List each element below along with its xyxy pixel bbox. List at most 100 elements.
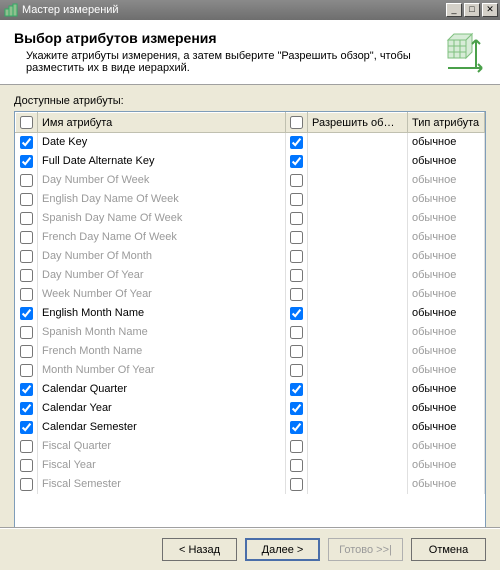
attribute-type-cell[interactable]: обычное bbox=[408, 456, 485, 475]
attribute-type-cell[interactable]: обычное bbox=[408, 152, 485, 171]
row-browse-checkbox[interactable] bbox=[290, 440, 303, 453]
row-browse-checkbox[interactable] bbox=[290, 193, 303, 206]
table-row[interactable]: Day Number Of Year обычное bbox=[16, 266, 485, 285]
row-browse-checkbox[interactable] bbox=[290, 364, 303, 377]
attribute-type-cell[interactable]: обычное bbox=[408, 190, 485, 209]
browse-all-checkbox[interactable] bbox=[290, 116, 303, 129]
row-browse-checkbox[interactable] bbox=[290, 269, 303, 282]
table-row[interactable]: French Day Name Of Weekобычное bbox=[16, 228, 485, 247]
table-row[interactable]: English Day Name Of Weekобычное bbox=[16, 190, 485, 209]
attribute-type-cell[interactable]: обычное bbox=[408, 285, 485, 304]
back-button[interactable]: < Назад bbox=[162, 538, 237, 561]
row-browse-checkbox[interactable] bbox=[290, 231, 303, 244]
row-enable-checkbox[interactable] bbox=[20, 364, 33, 377]
attribute-type-cell[interactable]: обычное bbox=[408, 361, 485, 380]
row-browse-checkbox[interactable] bbox=[290, 174, 303, 187]
attribute-type-cell[interactable]: обычное bbox=[408, 266, 485, 285]
row-enable-checkbox[interactable] bbox=[20, 193, 33, 206]
row-browse-checkbox[interactable] bbox=[290, 383, 303, 396]
attribute-name-cell[interactable]: Date Key bbox=[38, 133, 286, 152]
header-select-all[interactable] bbox=[16, 113, 38, 133]
row-enable-checkbox[interactable] bbox=[20, 136, 33, 149]
attribute-type-cell[interactable]: обычное bbox=[408, 399, 485, 418]
row-enable-checkbox[interactable] bbox=[20, 383, 33, 396]
attribute-name-cell[interactable]: Day Number Of Week bbox=[38, 171, 286, 190]
row-enable-checkbox[interactable] bbox=[20, 288, 33, 301]
row-enable-checkbox[interactable] bbox=[20, 231, 33, 244]
row-browse-checkbox[interactable] bbox=[290, 345, 303, 358]
attribute-name-cell[interactable]: Full Date Alternate Key bbox=[38, 152, 286, 171]
table-row[interactable]: English Month Name обычное bbox=[16, 304, 485, 323]
table-row[interactable]: Fiscal Year обычное bbox=[16, 456, 485, 475]
header-browse[interactable]: Разрешить об… bbox=[308, 113, 408, 133]
close-button[interactable]: ✕ bbox=[482, 3, 498, 17]
attribute-name-cell[interactable]: Day Number Of Month bbox=[38, 247, 286, 266]
table-row[interactable]: Calendar Quarter обычное bbox=[16, 380, 485, 399]
attribute-name-cell[interactable]: Calendar Semester bbox=[38, 418, 286, 437]
row-browse-checkbox[interactable] bbox=[290, 307, 303, 320]
attribute-name-cell[interactable]: Calendar Quarter bbox=[38, 380, 286, 399]
table-row[interactable]: Date Key обычное bbox=[16, 133, 485, 152]
row-browse-checkbox[interactable] bbox=[290, 459, 303, 472]
attribute-type-cell[interactable]: обычное bbox=[408, 209, 485, 228]
row-browse-checkbox[interactable] bbox=[290, 155, 303, 168]
row-enable-checkbox[interactable] bbox=[20, 326, 33, 339]
table-row[interactable]: Day Number Of Week обычное bbox=[16, 171, 485, 190]
attribute-type-cell[interactable]: обычное bbox=[408, 323, 485, 342]
attribute-type-cell[interactable]: обычное bbox=[408, 437, 485, 456]
select-all-checkbox[interactable] bbox=[20, 116, 33, 129]
attribute-name-cell[interactable]: Day Number Of Year bbox=[38, 266, 286, 285]
row-enable-checkbox[interactable] bbox=[20, 440, 33, 453]
table-row[interactable]: Fiscal Quarter обычное bbox=[16, 437, 485, 456]
table-row[interactable]: Calendar Semester обычное bbox=[16, 418, 485, 437]
attribute-name-cell[interactable]: Spanish Month Name bbox=[38, 323, 286, 342]
table-row[interactable]: Spanish Month Name обычное bbox=[16, 323, 485, 342]
row-enable-checkbox[interactable] bbox=[20, 250, 33, 263]
row-browse-checkbox[interactable] bbox=[290, 478, 303, 491]
attribute-name-cell[interactable]: Fiscal Quarter bbox=[38, 437, 286, 456]
next-button[interactable]: Далее > bbox=[245, 538, 320, 561]
row-enable-checkbox[interactable] bbox=[20, 174, 33, 187]
cancel-button[interactable]: Отмена bbox=[411, 538, 486, 561]
header-browse-all[interactable] bbox=[286, 113, 308, 133]
row-enable-checkbox[interactable] bbox=[20, 478, 33, 491]
row-enable-checkbox[interactable] bbox=[20, 402, 33, 415]
row-enable-checkbox[interactable] bbox=[20, 155, 33, 168]
row-browse-checkbox[interactable] bbox=[290, 250, 303, 263]
row-browse-checkbox[interactable] bbox=[290, 402, 303, 415]
attribute-name-cell[interactable]: English Month Name bbox=[38, 304, 286, 323]
table-row[interactable]: Calendar Yearобычное bbox=[16, 399, 485, 418]
attribute-name-cell[interactable]: Fiscal Semester bbox=[38, 475, 286, 494]
attribute-type-cell[interactable]: обычное bbox=[408, 418, 485, 437]
header-type[interactable]: Тип атрибута bbox=[408, 113, 485, 133]
row-enable-checkbox[interactable] bbox=[20, 269, 33, 282]
row-enable-checkbox[interactable] bbox=[20, 421, 33, 434]
attribute-name-cell[interactable]: Spanish Day Name Of Week bbox=[38, 209, 286, 228]
attribute-type-cell[interactable]: обычное bbox=[408, 304, 485, 323]
attribute-type-cell[interactable]: обычное bbox=[408, 247, 485, 266]
attribute-name-cell[interactable]: French Month Name bbox=[38, 342, 286, 361]
attribute-name-cell[interactable]: Month Number Of Year bbox=[38, 361, 286, 380]
table-row[interactable]: Day Number Of Month обычное bbox=[16, 247, 485, 266]
attribute-type-cell[interactable]: обычное bbox=[408, 380, 485, 399]
attribute-type-cell[interactable]: обычное bbox=[408, 342, 485, 361]
table-row[interactable]: Fiscal Semester обычное bbox=[16, 475, 485, 494]
table-row[interactable]: French Month Name обычное bbox=[16, 342, 485, 361]
header-name[interactable]: Имя атрибута bbox=[38, 113, 286, 133]
table-row[interactable]: Month Number Of Year обычное bbox=[16, 361, 485, 380]
attribute-type-cell[interactable]: обычное bbox=[408, 133, 485, 152]
minimize-button[interactable]: _ bbox=[446, 3, 462, 17]
attribute-name-cell[interactable]: Week Number Of Year bbox=[38, 285, 286, 304]
row-enable-checkbox[interactable] bbox=[20, 459, 33, 472]
attribute-type-cell[interactable]: обычное bbox=[408, 475, 485, 494]
attribute-type-cell[interactable]: обычное bbox=[408, 171, 485, 190]
row-browse-checkbox[interactable] bbox=[290, 421, 303, 434]
row-browse-checkbox[interactable] bbox=[290, 326, 303, 339]
attribute-name-cell[interactable]: Fiscal Year bbox=[38, 456, 286, 475]
row-enable-checkbox[interactable] bbox=[20, 212, 33, 225]
row-browse-checkbox[interactable] bbox=[290, 136, 303, 149]
table-row[interactable]: Full Date Alternate Key обычное bbox=[16, 152, 485, 171]
row-browse-checkbox[interactable] bbox=[290, 288, 303, 301]
row-enable-checkbox[interactable] bbox=[20, 345, 33, 358]
row-enable-checkbox[interactable] bbox=[20, 307, 33, 320]
